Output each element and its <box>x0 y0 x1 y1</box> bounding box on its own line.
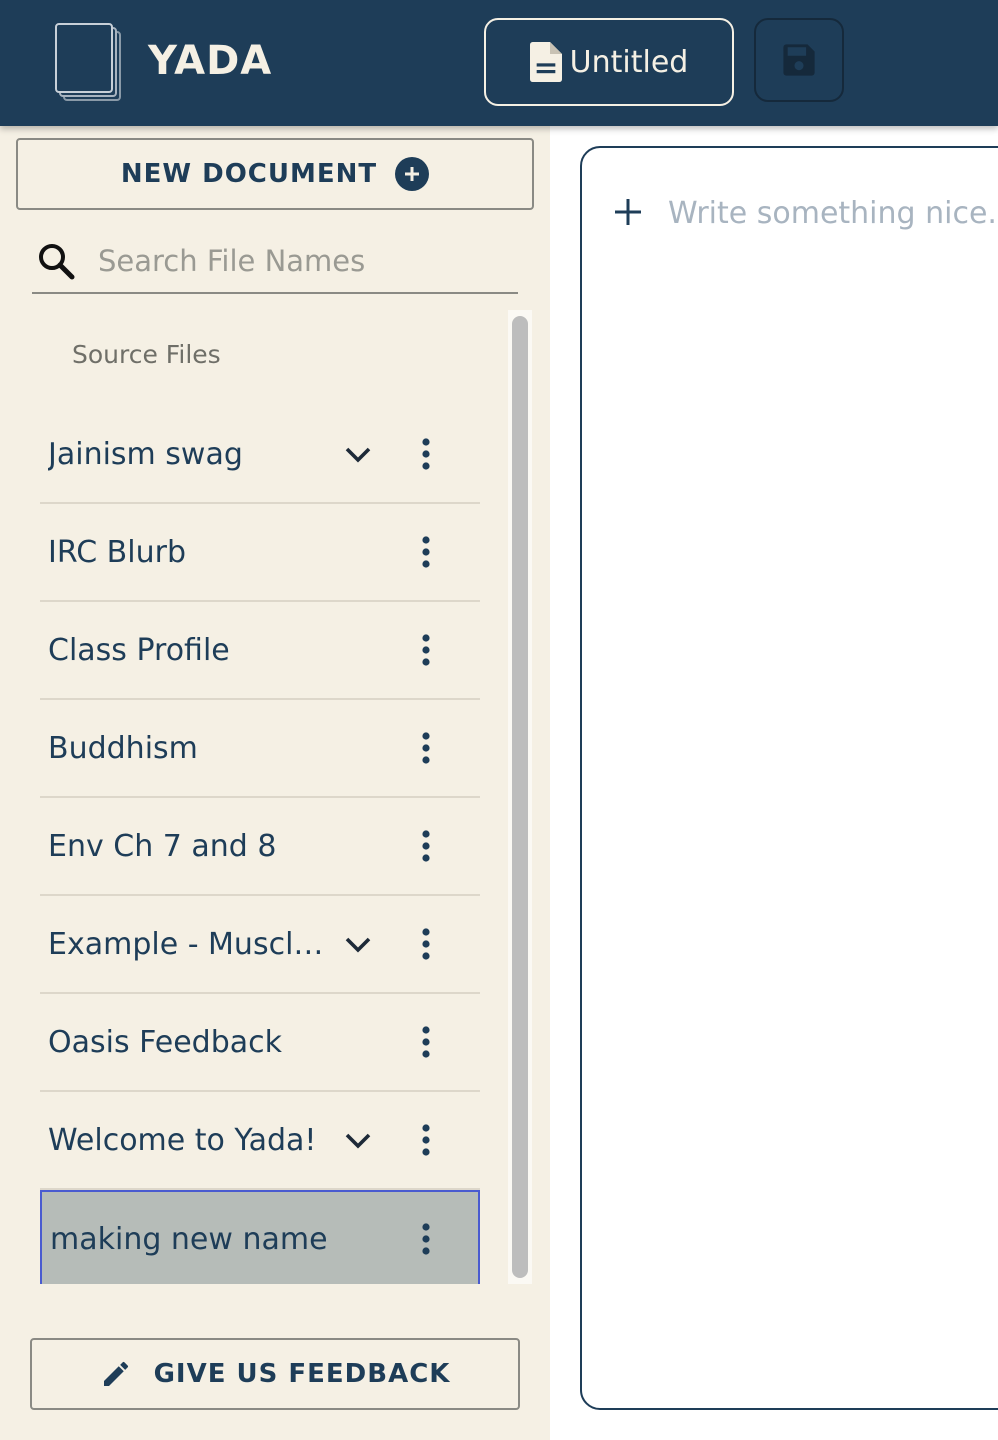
more-options-icon[interactable] <box>414 1120 438 1160</box>
file-name: Buddhism <box>48 730 198 766</box>
more-options-icon[interactable] <box>414 532 438 572</box>
more-options-icon[interactable] <box>414 728 438 768</box>
editor-card[interactable]: Write something nice... <box>580 146 998 1410</box>
file-name: Welcome to Yada! <box>48 1122 317 1158</box>
more-options-icon[interactable] <box>414 434 438 474</box>
sidebar: NEW DOCUMENT Source Files Jainism swag IR… <box>0 126 550 1440</box>
file-item[interactable]: IRC Blurb <box>40 504 480 602</box>
search-bar <box>32 230 518 294</box>
new-document-label: NEW DOCUMENT <box>120 159 378 189</box>
chevron-down-icon[interactable] <box>340 1122 376 1158</box>
plus-circle-icon <box>395 157 430 191</box>
more-options-icon[interactable] <box>414 1022 438 1062</box>
file-list-panel: Source Files Jainism swag IRC Blurb Class … <box>32 310 532 1284</box>
document-title: Untitled <box>569 44 689 80</box>
floppy-disk-icon <box>783 44 815 76</box>
more-options-icon[interactable] <box>414 630 438 670</box>
search-icon <box>39 244 75 280</box>
file-name: Env Ch 7 and 8 <box>48 828 277 864</box>
more-options-icon[interactable] <box>414 826 438 866</box>
file-item[interactable]: Welcome to Yada! <box>40 1092 480 1190</box>
file-name: Class Profile <box>48 632 230 668</box>
file-item[interactable]: Jainism swag <box>40 406 480 504</box>
documents-stack-icon <box>55 23 121 101</box>
give-feedback-button[interactable]: GIVE US FEEDBACK <box>30 1338 520 1410</box>
file-name: IRC Blurb <box>48 534 186 570</box>
file-name: making new name <box>50 1221 328 1257</box>
save-button[interactable] <box>754 18 844 102</box>
editor-area: Write something nice... <box>550 126 998 1440</box>
document-title-button[interactable]: Untitled <box>484 18 734 106</box>
more-options-icon[interactable] <box>414 1219 438 1259</box>
pencil-icon <box>103 1361 128 1386</box>
brand-logo: YADA <box>148 38 273 84</box>
section-label: Source Files <box>72 340 221 369</box>
file-item[interactable]: Class Profile <box>40 602 480 700</box>
file-list: Jainism swag IRC Blurb Class Profile Buddhi… <box>40 406 480 1284</box>
file-item[interactable]: making new name <box>40 1190 480 1284</box>
app-header: YADA Untitled <box>0 0 998 126</box>
add-block-icon[interactable] <box>612 196 644 228</box>
more-options-icon[interactable] <box>414 924 438 964</box>
file-item[interactable]: Example - Muscle... <box>40 896 480 994</box>
document-icon <box>529 42 562 82</box>
scrollbar-thumb[interactable] <box>512 316 528 1278</box>
file-name: Oasis Feedback <box>48 1024 282 1060</box>
search-input[interactable] <box>98 244 498 278</box>
feedback-label: GIVE US FEEDBACK <box>153 1359 451 1389</box>
chevron-down-icon[interactable] <box>340 926 376 962</box>
chevron-down-icon[interactable] <box>340 436 376 472</box>
file-item[interactable]: Buddhism <box>40 700 480 798</box>
file-item[interactable]: Oasis Feedback <box>40 994 480 1092</box>
new-document-button[interactable]: NEW DOCUMENT <box>16 138 534 210</box>
file-name: Jainism swag <box>48 436 243 472</box>
editor-placeholder[interactable]: Write something nice... <box>668 196 998 231</box>
file-item[interactable]: Env Ch 7 and 8 <box>40 798 480 896</box>
file-name: Example - Muscle... <box>48 926 338 962</box>
